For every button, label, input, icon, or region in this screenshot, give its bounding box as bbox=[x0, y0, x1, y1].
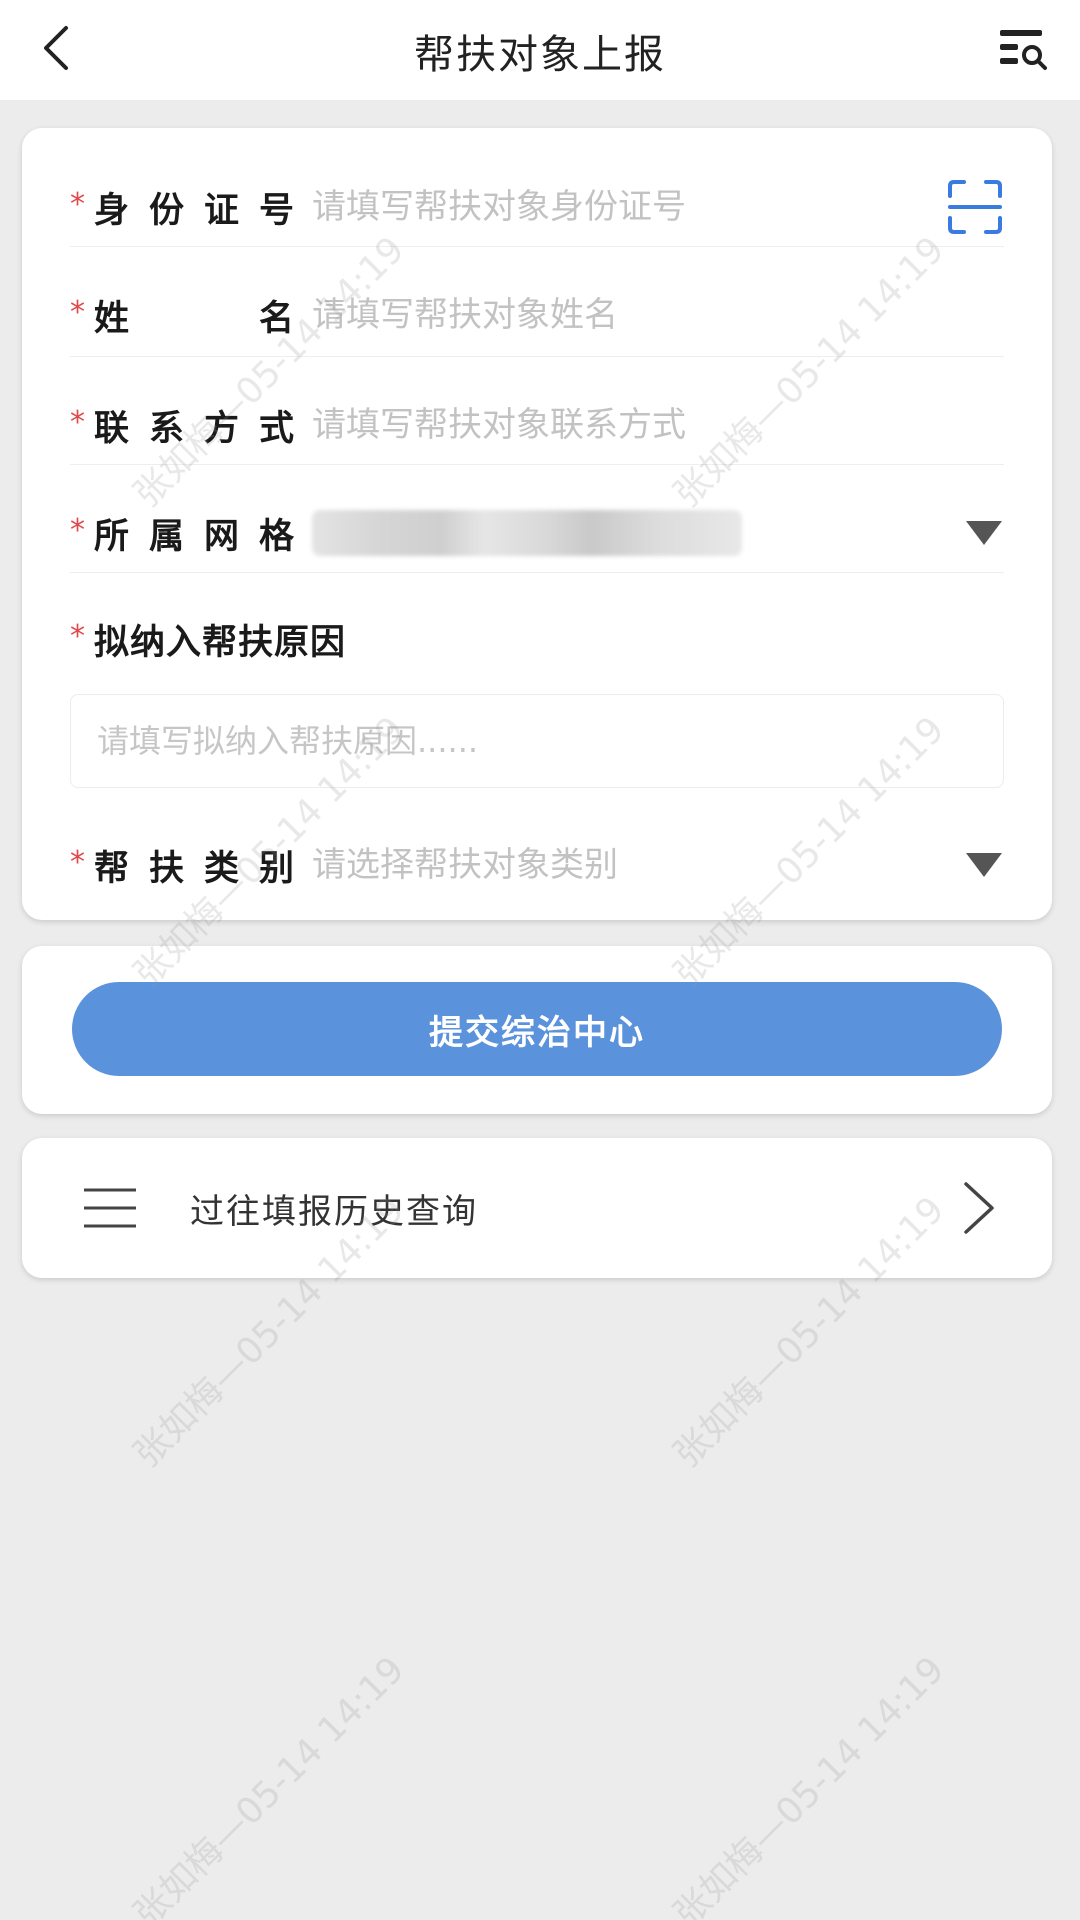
divider bbox=[70, 356, 1004, 357]
required-mark: * bbox=[70, 618, 85, 654]
report-form-card: * 身 份 证 号 * 姓 名 bbox=[22, 128, 1052, 920]
divider bbox=[70, 464, 1004, 465]
id-number-label: 身 份 证 号 bbox=[94, 190, 294, 231]
category-row[interactable]: * 帮 扶 类 别 bbox=[70, 810, 1004, 920]
name-label: 姓 名 bbox=[94, 298, 294, 339]
menu-icon bbox=[84, 1188, 136, 1228]
reason-label: 拟纳入帮扶原因 bbox=[94, 622, 347, 663]
page: 帮扶对象上报 * 身 份 证 号 请填写帮扶对象身份证号 * 姓 名 请填写帮扶… bbox=[0, 0, 1080, 1920]
required-mark: * bbox=[70, 844, 85, 880]
reason-input[interactable] bbox=[97, 722, 977, 760]
name-input[interactable] bbox=[312, 295, 1004, 335]
chevron-right-icon bbox=[964, 1182, 994, 1234]
history-card: 过往填报历史查询 bbox=[22, 1138, 1052, 1278]
divider bbox=[70, 246, 1004, 247]
history-link[interactable]: 过往填报历史查询 bbox=[22, 1138, 1052, 1278]
divider bbox=[70, 572, 1004, 573]
category-label: 帮 扶 类 别 bbox=[94, 848, 294, 889]
category-select[interactable] bbox=[312, 845, 964, 885]
contact-label: 联 系 方 式 bbox=[94, 408, 294, 449]
scan-icon[interactable] bbox=[946, 178, 1004, 236]
grid-value-blurred bbox=[312, 510, 742, 556]
page-title: 帮扶对象上报 bbox=[414, 32, 666, 78]
required-mark: * bbox=[70, 186, 85, 222]
list-search-icon bbox=[1000, 30, 1047, 70]
triangle-down-icon[interactable] bbox=[964, 850, 1004, 880]
reason-row: * 拟纳入帮扶原因 bbox=[70, 584, 1004, 694]
history-search-button[interactable] bbox=[996, 22, 1050, 76]
triangle-down-icon[interactable] bbox=[964, 518, 1004, 548]
grid-label: 所 属 网 格 bbox=[94, 516, 294, 557]
watermark-text: 张如梅—05-14 14:19 bbox=[666, 1649, 953, 1920]
contact-input[interactable] bbox=[312, 405, 1004, 445]
app-header: 帮扶对象上报 bbox=[0, 0, 1080, 100]
required-mark: * bbox=[70, 512, 85, 548]
required-mark: * bbox=[70, 404, 85, 440]
required-mark: * bbox=[70, 294, 85, 330]
submit-card: 提交综治中心 bbox=[22, 946, 1052, 1114]
submit-button[interactable]: 提交综治中心 bbox=[72, 982, 1002, 1076]
id-number-input[interactable] bbox=[312, 187, 946, 227]
history-label: 过往填报历史查询 bbox=[190, 1191, 478, 1232]
name-row: * 姓 名 bbox=[70, 260, 1004, 370]
reason-input-box[interactable] bbox=[70, 694, 1004, 788]
watermark-text: 张如梅—05-14 14:19 bbox=[126, 1649, 413, 1920]
